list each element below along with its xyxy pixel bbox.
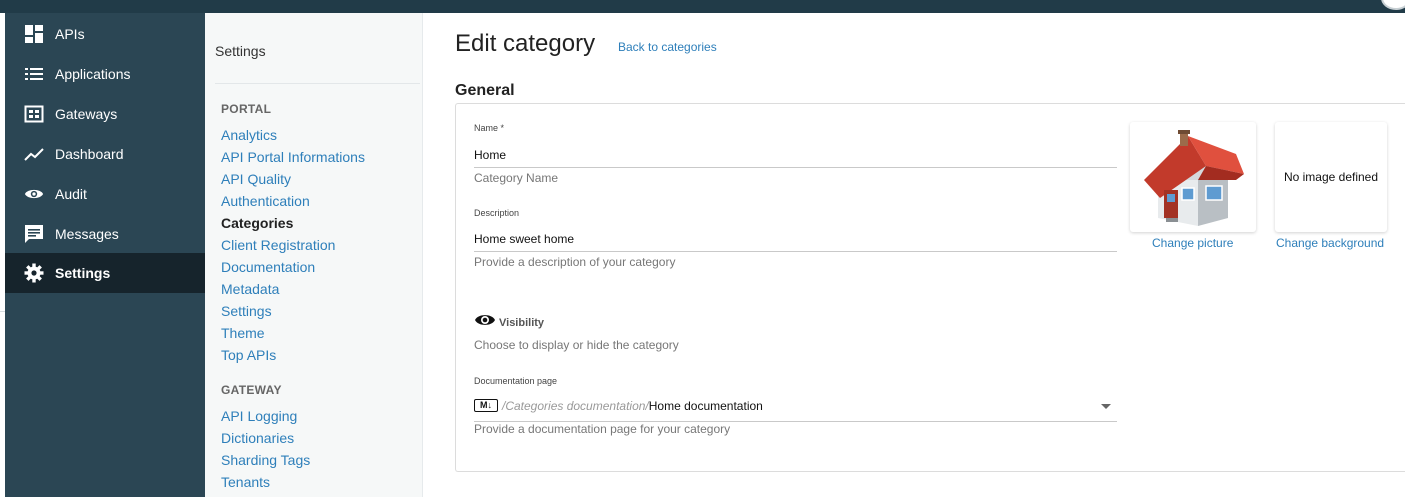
list-icon xyxy=(24,64,44,84)
gateway-icon xyxy=(24,104,44,124)
settings-link-theme[interactable]: Theme xyxy=(221,325,265,341)
message-icon xyxy=(24,224,44,244)
settings-link-api-quality[interactable]: API Quality xyxy=(221,171,291,187)
settings-menu-title: Settings xyxy=(215,43,266,59)
nav-item-settings[interactable]: Settings xyxy=(5,253,205,293)
nav-item-audit[interactable]: Audit xyxy=(5,174,205,214)
settings-menu: Settings PORTAL Analytics API Portal Inf… xyxy=(205,13,423,497)
settings-link-categories[interactable]: Categories xyxy=(221,215,293,231)
name-field[interactable]: Home xyxy=(474,148,1117,168)
settings-link-authentication[interactable]: Authentication xyxy=(221,193,310,209)
settings-link-sharding-tags[interactable]: Sharding Tags xyxy=(221,452,310,468)
nav-item-label: Dashboard xyxy=(55,146,124,162)
visibility-toggle[interactable]: Visibility xyxy=(474,312,544,333)
description-field[interactable]: Home sweet home xyxy=(474,232,1117,252)
visibility-label: Visibility xyxy=(499,316,545,329)
name-label: Name * xyxy=(474,123,505,133)
change-picture-link[interactable]: Change picture xyxy=(1152,236,1233,250)
main-content: Edit category Back to categories General… xyxy=(424,13,1405,497)
page-title: Edit category xyxy=(455,30,596,57)
visibility-hint: Choose to display or hide the category xyxy=(474,338,679,352)
settings-link-settings[interactable]: Settings xyxy=(221,303,272,319)
group-title-gateway: GATEWAY xyxy=(221,383,282,397)
nav-item-applications[interactable]: Applications xyxy=(5,54,205,94)
settings-link-api-portal-informations[interactable]: API Portal Informations xyxy=(221,149,365,165)
settings-link-dictionaries[interactable]: Dictionaries xyxy=(221,430,294,446)
name-hint: Category Name xyxy=(474,171,559,185)
settings-link-top-apis[interactable]: Top APIs xyxy=(221,347,276,363)
nav-item-label: Settings xyxy=(55,265,111,281)
category-background[interactable]: No image defined xyxy=(1275,122,1387,232)
settings-link-api-logging[interactable]: API Logging xyxy=(221,408,297,424)
name-value: Home xyxy=(474,148,507,162)
main-sidebar: APIs Applications Gateways Dashboard Aud… xyxy=(5,13,205,497)
nav-item-label: Audit xyxy=(55,186,87,202)
settings-link-analytics[interactable]: Analytics xyxy=(221,127,277,143)
nav-item-dashboard[interactable]: Dashboard xyxy=(5,134,205,174)
settings-link-documentation[interactable]: Documentation xyxy=(221,259,315,275)
nav-item-label: APIs xyxy=(55,26,85,42)
nav-item-label: Messages xyxy=(55,226,119,242)
section-title: General xyxy=(455,82,515,99)
dashboard-grid-icon xyxy=(24,24,44,44)
settings-link-tenants[interactable]: Tenants xyxy=(221,474,270,490)
documentation-path: /Categories documentation/Home documenta… xyxy=(502,399,763,413)
nav-item-label: Applications xyxy=(55,66,131,82)
chevron-down-icon[interactable] xyxy=(1101,404,1111,409)
documentation-page-select[interactable]: M↓ /Categories documentation/Home docume… xyxy=(474,397,1117,422)
nav-item-messages[interactable]: Messages xyxy=(5,214,205,254)
description-hint: Provide a description of your category xyxy=(474,255,676,269)
description-value: Home sweet home xyxy=(474,232,575,246)
general-form-card: Name * Home Category Name Description Ho… xyxy=(455,103,1405,472)
house-icon xyxy=(1136,122,1250,235)
eye-icon xyxy=(24,184,44,204)
eye-icon xyxy=(474,312,496,333)
settings-link-metadata[interactable]: Metadata xyxy=(221,281,279,297)
nav-item-apis[interactable]: APIs xyxy=(5,14,205,54)
documentation-page-hint: Provide a documentation page for your ca… xyxy=(474,422,731,436)
category-picture[interactable] xyxy=(1130,122,1256,232)
documentation-page-label: Documentation page xyxy=(474,376,558,386)
trending-icon xyxy=(24,144,44,164)
top-bar xyxy=(0,0,1405,13)
documentation-page-value: Home documentation xyxy=(648,399,763,413)
documentation-path-prefix: /Categories documentation/ xyxy=(502,399,649,413)
gear-icon xyxy=(24,263,44,283)
change-background-link[interactable]: Change background xyxy=(1276,236,1384,250)
group-title-portal: PORTAL xyxy=(221,102,272,116)
nav-item-gateways[interactable]: Gateways xyxy=(5,94,205,134)
markdown-icon: M↓ xyxy=(474,399,498,412)
description-label: Description xyxy=(474,208,520,218)
nav-item-label: Gateways xyxy=(55,106,118,122)
back-to-categories-link[interactable]: Back to categories xyxy=(618,40,717,54)
divider xyxy=(215,83,420,84)
settings-link-client-registration[interactable]: Client Registration xyxy=(221,237,335,253)
user-avatar[interactable] xyxy=(1381,0,1405,10)
no-image-text: No image defined xyxy=(1283,170,1379,184)
